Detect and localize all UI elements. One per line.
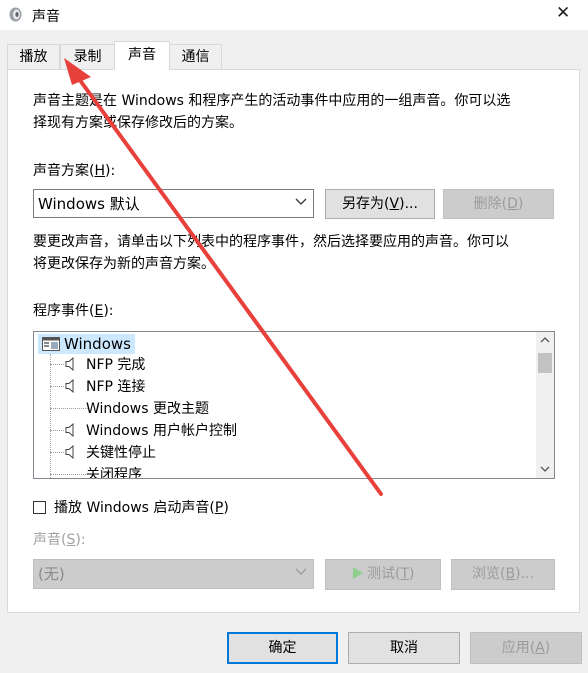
- sound-label: 声音(S):: [33, 532, 86, 548]
- cancel-button[interactable]: 取消: [348, 632, 460, 664]
- sound-scheme-dropdown[interactable]: Windows 默认: [33, 189, 314, 218]
- tree-branch: [50, 386, 64, 387]
- speaker-icon: [65, 379, 74, 393]
- scroll-down-icon[interactable]: [540, 465, 550, 473]
- intro-line-1: 声音主题是在 Windows 和程序产生的活动事件中应用的一组声音。你可以选: [33, 93, 511, 109]
- event-item[interactable]: NFP 连接: [86, 377, 145, 397]
- sound-dropdown[interactable]: (无): [33, 559, 314, 589]
- tree-branch: [50, 474, 88, 475]
- program-events-list[interactable]: Windows NFP 完成 NFP 连接 Windows 更改主题 Windo…: [33, 331, 555, 479]
- startup-sound-checkbox[interactable]: [33, 501, 46, 514]
- event-item[interactable]: Windows 用户帐户控制: [86, 421, 237, 441]
- change-line-2: 将更改保存为新的声音方案。: [33, 256, 215, 272]
- event-item[interactable]: 关闭程序: [86, 465, 142, 478]
- sound-scheme-label: 声音方案(H):: [33, 163, 116, 179]
- scroll-up-icon[interactable]: [540, 336, 550, 344]
- intro-line-2: 择现有方案或保存修改后的方案。: [33, 115, 243, 131]
- tree-connector: [50, 354, 52, 478]
- tab-communications[interactable]: 通信: [169, 44, 222, 69]
- close-icon[interactable]: ✕: [556, 3, 570, 23]
- tree-branch: [50, 430, 64, 431]
- tree-branch: [50, 452, 64, 453]
- window-group-icon: [42, 337, 60, 351]
- sound-scheme-value: Windows 默认: [38, 195, 140, 213]
- scrollbar-thumb[interactable]: [538, 353, 552, 373]
- event-item[interactable]: Windows 更改主题: [86, 399, 209, 419]
- speaker-icon: [65, 357, 74, 371]
- window-title: 声音: [32, 9, 60, 25]
- apply-button[interactable]: 应用(A): [470, 632, 582, 664]
- chevron-down-icon: [295, 198, 307, 205]
- tree-branch: [50, 408, 88, 409]
- event-item[interactable]: 关键性停止: [86, 443, 156, 463]
- delete-scheme-button[interactable]: 删除(D): [443, 189, 554, 219]
- play-icon: [352, 567, 363, 579]
- tab-playback[interactable]: 播放: [7, 44, 60, 69]
- change-line-1: 要更改声音，请单击以下列表中的程序事件，然后选择要应用的声音。你可以: [33, 234, 509, 250]
- speaker-icon: [65, 423, 74, 437]
- tab-sounds[interactable]: 声音: [114, 41, 170, 70]
- tree-root-windows[interactable]: Windows: [38, 334, 135, 354]
- speaker-app-icon: [9, 7, 22, 22]
- tree-root-label: Windows: [64, 335, 131, 353]
- sound-dropdown-value: (无): [38, 565, 65, 583]
- speaker-icon: [65, 445, 74, 459]
- ok-button[interactable]: 确定: [227, 632, 338, 664]
- browse-sound-button[interactable]: 浏览(B)...: [451, 559, 555, 590]
- chevron-down-icon: [295, 568, 307, 575]
- save-as-button[interactable]: 另存为(V)...: [325, 189, 435, 219]
- test-sound-button[interactable]: 测试(T): [325, 559, 441, 590]
- vertical-scrollbar[interactable]: [536, 332, 554, 478]
- program-events-label: 程序事件(E):: [33, 303, 114, 319]
- startup-sound-label[interactable]: 播放 Windows 启动声音(P): [54, 497, 229, 520]
- tab-recording[interactable]: 录制: [60, 44, 115, 69]
- title-bar: 声音 ✕: [0, 0, 588, 30]
- tree-branch: [50, 364, 64, 365]
- event-item[interactable]: NFP 完成: [86, 355, 145, 375]
